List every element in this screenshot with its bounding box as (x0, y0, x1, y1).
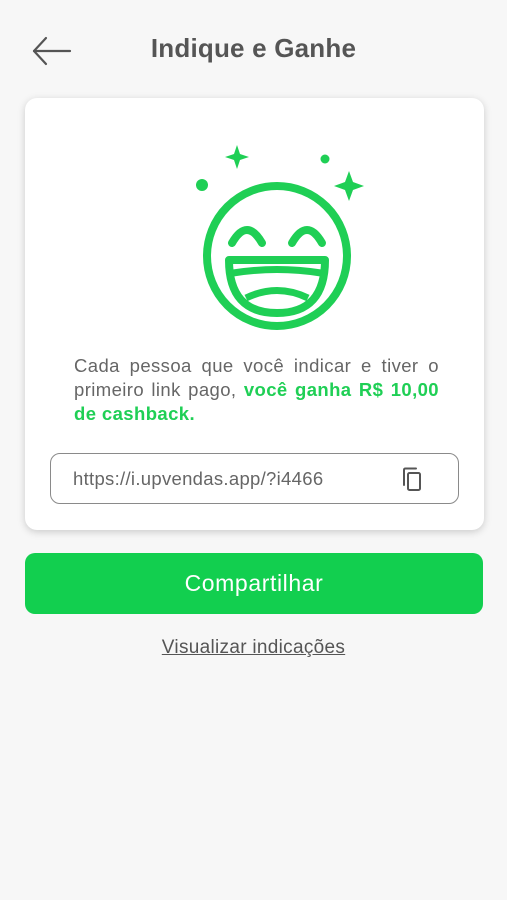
referral-description: Cada pessoa que você indicar e tiver o p… (74, 354, 439, 426)
view-referrals-container: Visualizar indicações (0, 637, 507, 659)
copy-icon (403, 467, 421, 491)
referral-link-field[interactable]: https://i.upvendas.app/?i4466 (50, 453, 459, 504)
copy-link-button[interactable] (400, 467, 424, 493)
share-button[interactable]: Compartilhar (25, 553, 483, 614)
page-title: Indique e Ganhe (150, 33, 357, 63)
view-referrals-link[interactable]: Visualizar indicações (162, 637, 345, 658)
laughing-face-icon (180, 143, 370, 338)
referral-card: Cada pessoa que você indicar e tiver o p… (25, 98, 484, 530)
app-header: Indique e Ganhe (0, 0, 507, 100)
referral-link-text: https://i.upvendas.app/?i4466 (73, 468, 324, 489)
